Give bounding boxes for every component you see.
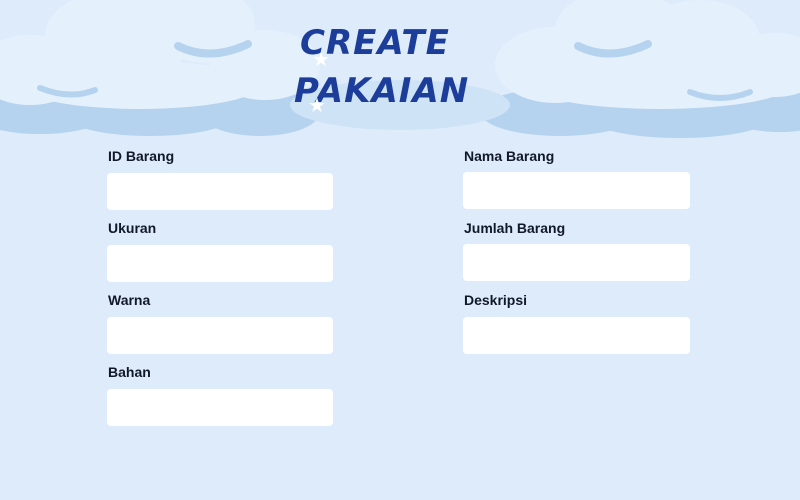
right-cloud bbox=[495, 0, 800, 109]
deskripsi-label: Deskripsi bbox=[464, 292, 528, 308]
id-barang-label: ID Barang bbox=[108, 148, 175, 164]
ukuran-input[interactable] bbox=[107, 245, 333, 282]
jumlah-barang-input[interactable] bbox=[463, 244, 690, 281]
page-title: CREATE PAKAIAN ★ ★ bbox=[290, 20, 510, 135]
id-barang-input[interactable] bbox=[107, 173, 333, 210]
star-icon: ★ bbox=[312, 49, 330, 71]
warna-label: Warna bbox=[108, 292, 151, 308]
ukuran-label: Ukuran bbox=[108, 220, 157, 236]
warna-input[interactable] bbox=[107, 317, 333, 354]
star-icon: ★ bbox=[308, 95, 326, 117]
bahan-label: Bahan bbox=[108, 364, 151, 380]
nama-barang-label: Nama Barang bbox=[464, 148, 555, 164]
deskripsi-input[interactable] bbox=[463, 317, 690, 354]
bahan-input[interactable] bbox=[107, 389, 333, 426]
jumlah-barang-label: Jumlah Barang bbox=[464, 220, 566, 236]
nama-barang-input[interactable] bbox=[463, 172, 690, 209]
